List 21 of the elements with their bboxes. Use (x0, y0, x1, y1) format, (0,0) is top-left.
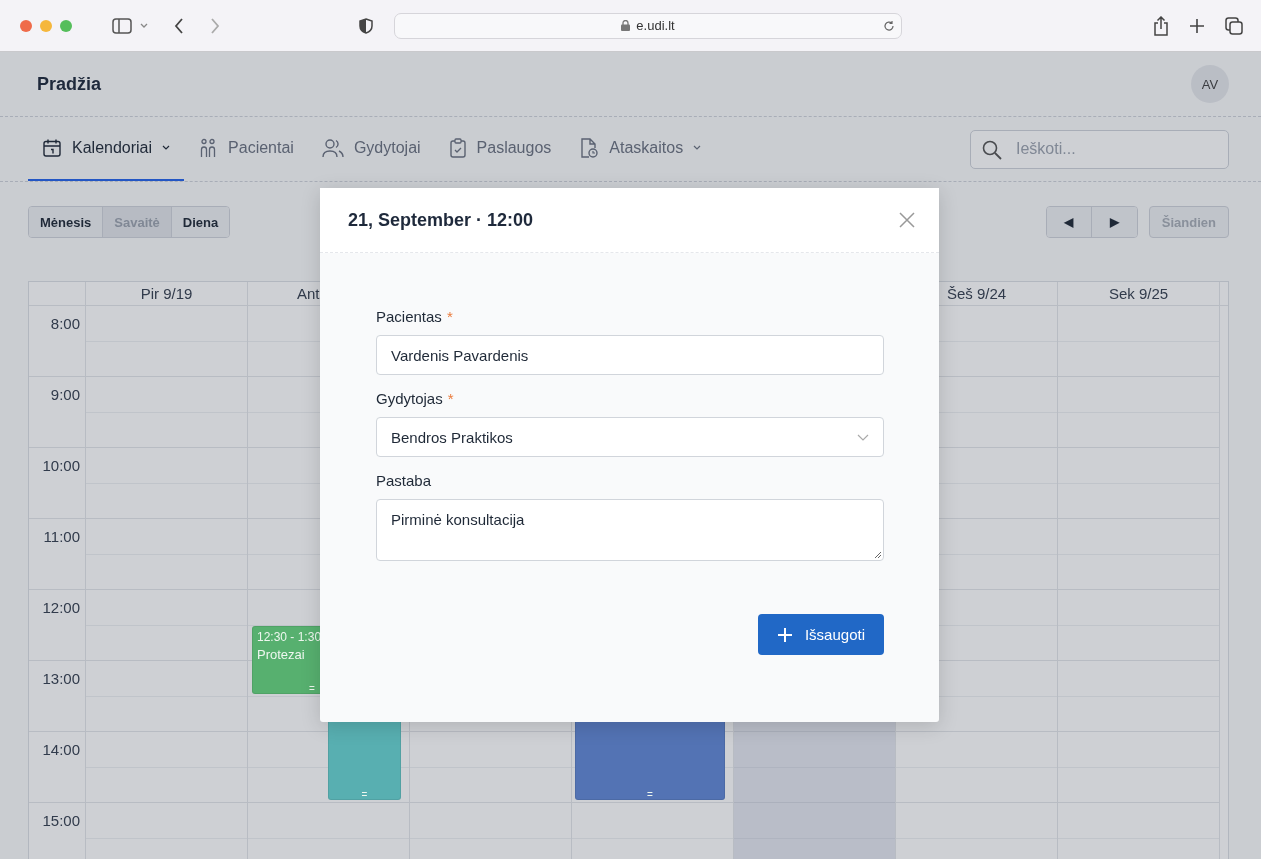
hour-label: 14:00 (42, 741, 80, 758)
field-label: Pacientas (376, 308, 442, 325)
day-header: Sek 9/25 (1108, 285, 1169, 302)
hour-label: 13:00 (42, 670, 80, 687)
url-text: e.udi.lt (636, 18, 675, 33)
appointment-title: Protezai (257, 646, 306, 662)
day-header: Ant (297, 285, 320, 302)
required-mark: * (446, 308, 453, 325)
field-label: Pastaba (376, 472, 432, 489)
hour-label: 11:00 (43, 528, 80, 545)
hour-label: 15:00 (42, 812, 80, 829)
hour-label: 10:00 (42, 457, 80, 474)
hour-label: 9:00 (50, 386, 80, 403)
hour-label: 8:00 (50, 315, 80, 332)
page-title: Pradžia (37, 73, 102, 95)
field-label: Gydytojas (376, 390, 443, 407)
day-header: Pir 9/19 (140, 285, 193, 302)
day-header: Šeš 9/24 (946, 285, 1007, 302)
hour-label: 12:00 (42, 599, 80, 616)
required-mark: * (447, 390, 454, 407)
dialog-title: 21, September · 12:00 (348, 209, 534, 231)
